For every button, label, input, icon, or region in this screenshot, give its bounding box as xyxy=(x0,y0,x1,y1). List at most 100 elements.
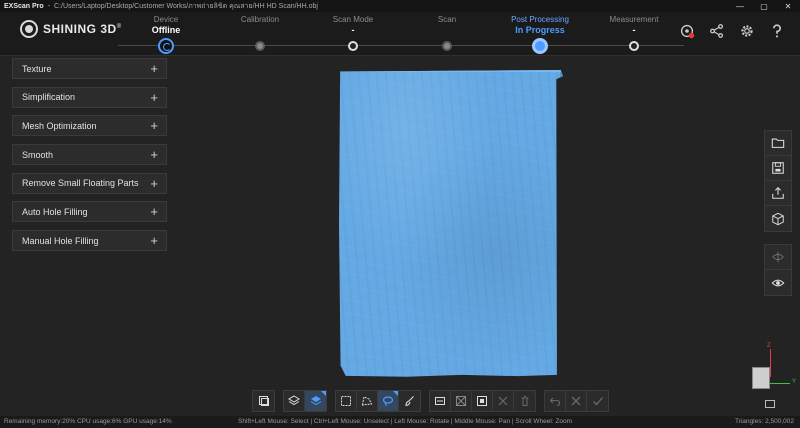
step-status: - xyxy=(632,25,636,35)
step-post-processing[interactable]: Post Processing In Progress xyxy=(490,15,590,54)
panel-item-manual-hole-filling[interactable]: Manual Hole Filling + xyxy=(12,230,167,252)
tool-group-history xyxy=(544,390,609,412)
step-status: In Progress xyxy=(515,25,565,35)
mesh-icon[interactable] xyxy=(765,245,791,270)
apply-icon[interactable] xyxy=(587,391,608,411)
z-axis xyxy=(770,349,771,377)
clear-selection-icon[interactable] xyxy=(493,391,514,411)
step-status: Offline xyxy=(151,25,181,35)
export-icon[interactable] xyxy=(765,181,791,206)
step-scan[interactable]: Scan xyxy=(397,15,497,51)
polygon-select-icon[interactable] xyxy=(357,391,378,411)
expand-icon[interactable]: + xyxy=(150,205,158,218)
panel-item-label: Texture xyxy=(22,63,52,74)
brush-select-icon[interactable] xyxy=(399,391,420,411)
minimize-button[interactable]: — xyxy=(728,0,752,12)
view-toolbar xyxy=(764,244,792,296)
window-controls: — ▢ ✕ xyxy=(728,0,800,12)
scanned-mesh[interactable] xyxy=(339,70,563,377)
layers-icon[interactable] xyxy=(284,391,305,411)
axis-gizmo: Z Y xyxy=(742,343,798,400)
gear-icon[interactable] xyxy=(736,20,758,42)
panel-item-mesh-optimization[interactable]: Mesh Optimization + xyxy=(12,115,167,137)
step-measurement[interactable]: Measurement - xyxy=(584,15,684,51)
3d-cube-icon[interactable] xyxy=(765,206,791,231)
panel-item-label: Smooth xyxy=(22,149,54,160)
header: SHINING 3D® Device Offline Calibration S… xyxy=(0,12,800,56)
panel-item-remove-small-floating-parts[interactable]: Remove Small Floating Parts + xyxy=(12,172,167,194)
panel-item-auto-hole-filling[interactable]: Auto Hole Filling + xyxy=(12,201,167,223)
title-bar: EXScan Pro - C:/Users/Laptop/Desktop/Cus… xyxy=(0,0,800,12)
panel-item-simplification[interactable]: Simplification + xyxy=(12,86,167,108)
sync-icon xyxy=(158,38,174,54)
tool-group-layers xyxy=(283,390,327,412)
step-status: - xyxy=(351,25,355,35)
folder-open-icon[interactable] xyxy=(765,131,791,156)
triangle-count: Triangles: 2,500,002 xyxy=(734,418,794,425)
help-icon[interactable] xyxy=(766,20,788,42)
y-axis-label: Y xyxy=(792,379,797,385)
title-separator: - xyxy=(47,2,51,10)
step-node xyxy=(255,41,265,51)
layers-selected-icon[interactable] xyxy=(305,391,326,411)
scanner-settings-icon[interactable] xyxy=(676,20,698,42)
undo-icon[interactable] xyxy=(545,391,566,411)
step-title: Post Processing xyxy=(511,15,569,24)
mouse-hints: Shift+Left Mouse: Select | Ctrl+Left Mou… xyxy=(238,418,573,425)
expand-icon[interactable]: + xyxy=(150,62,158,75)
step-node xyxy=(348,41,358,51)
step-status xyxy=(397,25,497,37)
step-scan-mode[interactable]: Scan Mode - xyxy=(303,15,403,51)
tool-group-edit xyxy=(429,390,536,412)
view-3d-icon[interactable] xyxy=(253,391,274,411)
step-node xyxy=(442,41,452,51)
maximize-button[interactable]: ▢ xyxy=(752,0,776,12)
eye-icon[interactable] xyxy=(765,270,791,295)
step-title: Measurement xyxy=(609,15,659,24)
panel-item-label: Auto Hole Filling xyxy=(22,206,88,217)
panel-item-label: Simplification xyxy=(22,92,76,103)
rect-select-icon[interactable] xyxy=(336,391,357,411)
expand-icon[interactable]: + xyxy=(150,91,158,104)
panel-item-label: Remove Small Floating Parts xyxy=(22,178,139,189)
expand-icon[interactable]: + xyxy=(150,148,158,161)
app-name: EXScan Pro xyxy=(4,2,44,10)
tool-group-select xyxy=(335,390,421,412)
step-calibration[interactable]: Calibration xyxy=(210,15,310,51)
y-axis xyxy=(770,383,790,384)
expand-icon[interactable]: + xyxy=(150,177,158,190)
post-processing-panel: Texture + Simplification + Mesh Optimiza… xyxy=(12,58,167,259)
workflow-line xyxy=(118,45,684,46)
status-bar: Remaining memory:20% CPU usage:6% GPU us… xyxy=(0,416,800,428)
z-axis-label: Z xyxy=(767,343,771,349)
step-title: Scan Mode xyxy=(332,15,374,24)
file-toolbar xyxy=(764,130,792,232)
header-icons xyxy=(676,20,788,42)
panel-item-label: Manual Hole Filling xyxy=(22,235,99,246)
cancel-icon[interactable] xyxy=(566,391,587,411)
expand-icon[interactable]: + xyxy=(150,234,158,247)
file-path: C:/Users/Laptop/Desktop/Customer Works/ภ… xyxy=(54,2,318,10)
step-status xyxy=(210,25,310,37)
expand-icon[interactable]: + xyxy=(150,119,158,132)
progress-node xyxy=(532,38,548,54)
select-all-icon[interactable] xyxy=(430,391,451,411)
panel-item-texture[interactable]: Texture + xyxy=(12,58,167,79)
resource-usage: Remaining memory:20% CPU usage:6% GPU us… xyxy=(4,418,172,425)
share-icon[interactable] xyxy=(706,20,728,42)
step-device[interactable]: Device Offline xyxy=(116,15,216,54)
close-button[interactable]: ✕ xyxy=(776,0,800,12)
lasso-select-icon[interactable] xyxy=(378,391,399,411)
tool-group-view xyxy=(252,390,275,412)
panel-item-smooth[interactable]: Smooth + xyxy=(12,144,167,166)
delete-icon[interactable] xyxy=(514,391,535,411)
3d-viewport[interactable] xyxy=(175,58,755,398)
save-icon[interactable] xyxy=(765,156,791,181)
select-connected-icon[interactable] xyxy=(472,391,493,411)
step-title: Device xyxy=(153,15,179,24)
orientation-cube[interactable] xyxy=(752,367,770,389)
invert-selection-icon[interactable] xyxy=(451,391,472,411)
step-title: Scan xyxy=(437,15,457,24)
fit-view-icon[interactable] xyxy=(765,400,775,408)
panel-item-label: Mesh Optimization xyxy=(22,120,97,131)
